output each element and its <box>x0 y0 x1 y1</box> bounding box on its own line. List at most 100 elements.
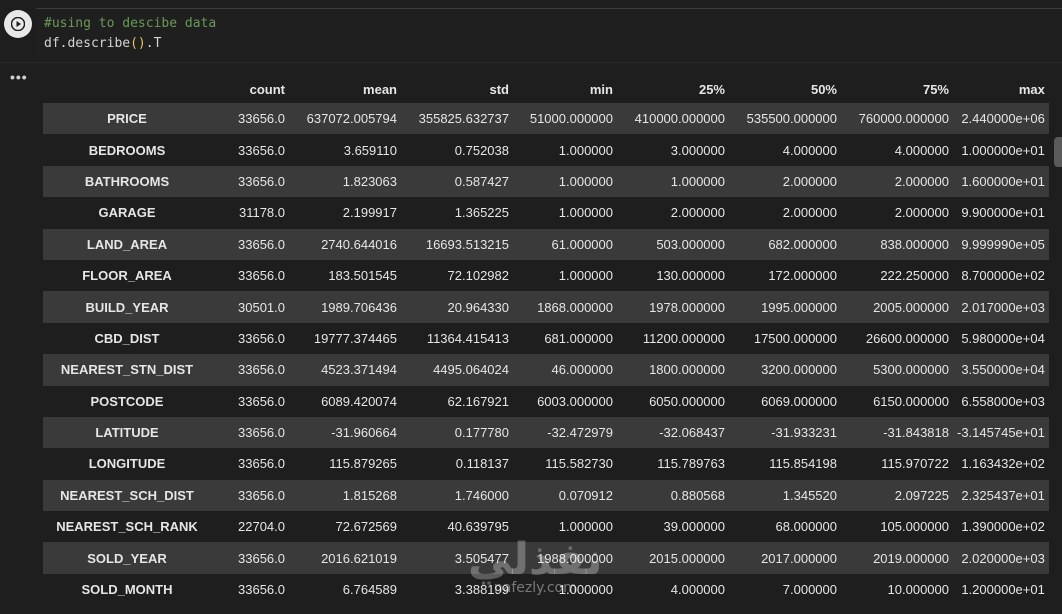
table-cell: 6.764589 <box>342 582 397 598</box>
table-row: NEAREST_SCH_DIST 33656.0 1.815268 1.746000 0… <box>43 479 1049 512</box>
table-cell: 4.000000 <box>670 582 725 598</box>
table-cell: 1.000000 <box>558 205 613 221</box>
table-cell: 17500.000000 <box>753 330 837 346</box>
table-cell: 1.163432e+02 <box>961 456 1045 472</box>
table-cell: 2.017000e+03 <box>961 299 1045 315</box>
table-cell: 760000.000000 <box>858 111 949 127</box>
table-cell: -32.472979 <box>547 425 613 441</box>
table-cell: 5.980000e+04 <box>961 330 1045 346</box>
table-row: NEAREST_SCH_RANK 22704.0 72.672569 40.63979… <box>43 511 1049 543</box>
code-call: df.describe <box>44 36 131 51</box>
code-cell: #using to descibe data df.describe().T <box>0 0 1062 63</box>
column-header: mean <box>363 81 397 97</box>
table-cell: 39.000000 <box>663 519 725 535</box>
table-cell: 2005.000000 <box>873 299 949 315</box>
table-cell: 9.900000e+01 <box>961 205 1045 221</box>
play-icon <box>11 17 25 31</box>
table-cell: 2017.000000 <box>761 550 837 566</box>
table-cell: 2.000000 <box>894 205 949 221</box>
table-cell: 503.000000 <box>656 236 725 252</box>
table-cell: 2.097225 <box>894 487 949 503</box>
table-cell: 1.365225 <box>454 205 509 221</box>
table-cell: 4495.064024 <box>433 362 509 378</box>
table-cell: 46.000000 <box>551 362 613 378</box>
cell-output: ••• count mean std min 25% 50% 75% max P… <box>0 62 1062 614</box>
table-cell: 6.558000e+03 <box>961 393 1045 409</box>
table-row: LONGITUDE 33656.0 115.879265 0.118137 115.58… <box>43 448 1049 480</box>
table-cell: 2.325437e+01 <box>961 487 1045 503</box>
table-cell: -3.145745e+01 <box>957 425 1045 441</box>
table-cell: 535500.000000 <box>746 111 837 127</box>
table-cell: 0.880568 <box>670 487 725 503</box>
row-index: LATITUDE <box>95 425 159 441</box>
table-cell: 33656.0 <box>238 582 285 598</box>
table-cell: 2.199917 <box>342 205 397 221</box>
table-cell: 105.000000 <box>880 519 949 535</box>
table-cell: 410000.000000 <box>634 111 725 127</box>
table-cell: 172.000000 <box>768 268 837 284</box>
table-row: GARAGE 31178.0 2.199917 1.365225 1.000000 2.0… <box>43 197 1049 229</box>
row-index: NEAREST_SCH_DIST <box>60 487 194 503</box>
table-cell: 2016.621019 <box>321 550 397 566</box>
table-row: POSTCODE 33656.0 6089.420074 62.167921 6003.… <box>43 385 1049 417</box>
table-cell: 1995.000000 <box>761 299 837 315</box>
table-cell: 33656.0 <box>238 487 285 503</box>
table-cell: 6069.000000 <box>761 393 837 409</box>
table-cell: 33656.0 <box>238 173 285 189</box>
row-index: LAND_AREA <box>86 236 168 252</box>
table-cell: 0.587427 <box>454 173 509 189</box>
table-cell: 22704.0 <box>238 519 285 535</box>
table-cell: 9.999990e+05 <box>961 236 1045 252</box>
table-cell: 62.167921 <box>447 393 509 409</box>
table-cell: 2.020000e+03 <box>961 550 1045 566</box>
table-cell: 33656.0 <box>238 362 285 378</box>
row-index: GARAGE <box>98 205 156 221</box>
table-cell: 2.440000e+06 <box>961 111 1045 127</box>
table-cell: 6050.000000 <box>649 393 725 409</box>
table-cell: 637072.005794 <box>306 111 397 127</box>
row-index: BATHROOMS <box>84 173 170 189</box>
table-cell: 33656.0 <box>238 393 285 409</box>
table-cell: 19777.374465 <box>313 330 397 346</box>
table-cell: 3.000000 <box>670 142 725 158</box>
index-header <box>43 75 211 103</box>
code-comment: #using to descibe data <box>44 16 217 31</box>
row-index: FLOOR_AREA <box>82 268 172 284</box>
table-cell: 1.000000 <box>558 142 613 158</box>
more-horizontal-icon[interactable]: ••• <box>10 69 28 85</box>
run-cell-button[interactable] <box>4 10 32 38</box>
table-cell: 2019.000000 <box>873 550 949 566</box>
table-cell: -31.843818 <box>883 425 949 441</box>
table-cell: 3.505477 <box>454 550 509 566</box>
table-row: BATHROOMS 33656.0 1.823063 0.587427 1.000000… <box>43 165 1049 198</box>
table-cell: 3.550000e+04 <box>961 362 1045 378</box>
table-row: PRICE 33656.0 637072.005794 355825.632737 51… <box>43 103 1049 135</box>
table-cell: 72.672569 <box>335 519 397 535</box>
table-cell: 115.879265 <box>329 456 397 472</box>
table-cell: 1.815268 <box>342 487 397 503</box>
table-cell: 115.582730 <box>545 456 613 472</box>
table-cell: 1800.000000 <box>649 362 725 378</box>
table-cell: 72.102982 <box>447 268 509 284</box>
row-index: PRICE <box>107 111 147 127</box>
table-cell: 16693.513215 <box>425 236 509 252</box>
scroll-handle[interactable] <box>1054 137 1062 167</box>
table-cell: 11200.000000 <box>642 330 725 346</box>
table-cell: 2015.000000 <box>649 550 725 566</box>
table-cell: 115.789763 <box>657 456 725 472</box>
table-cell: 183.501545 <box>328 268 397 284</box>
table-cell: 1.000000e+01 <box>961 142 1045 158</box>
table-cell: 3.388199 <box>454 582 509 598</box>
table-cell: -31.933231 <box>771 425 837 441</box>
column-header: min <box>589 81 613 97</box>
table-cell: 1.200000e+01 <box>961 582 1045 598</box>
table-row: SOLD_YEAR 33656.0 2016.621019 3.505477 1988.… <box>43 542 1049 574</box>
table-cell: 1.600000e+01 <box>961 173 1045 189</box>
table-cell: 2.000000 <box>782 205 837 221</box>
table-cell: 0.118137 <box>455 456 509 472</box>
table-cell: 355825.632737 <box>418 111 509 127</box>
table-cell: 2.000000 <box>894 173 949 189</box>
table-cell: 7.000000 <box>782 582 837 598</box>
code-attribute: .T <box>145 36 162 51</box>
column-header: std <box>489 81 510 97</box>
